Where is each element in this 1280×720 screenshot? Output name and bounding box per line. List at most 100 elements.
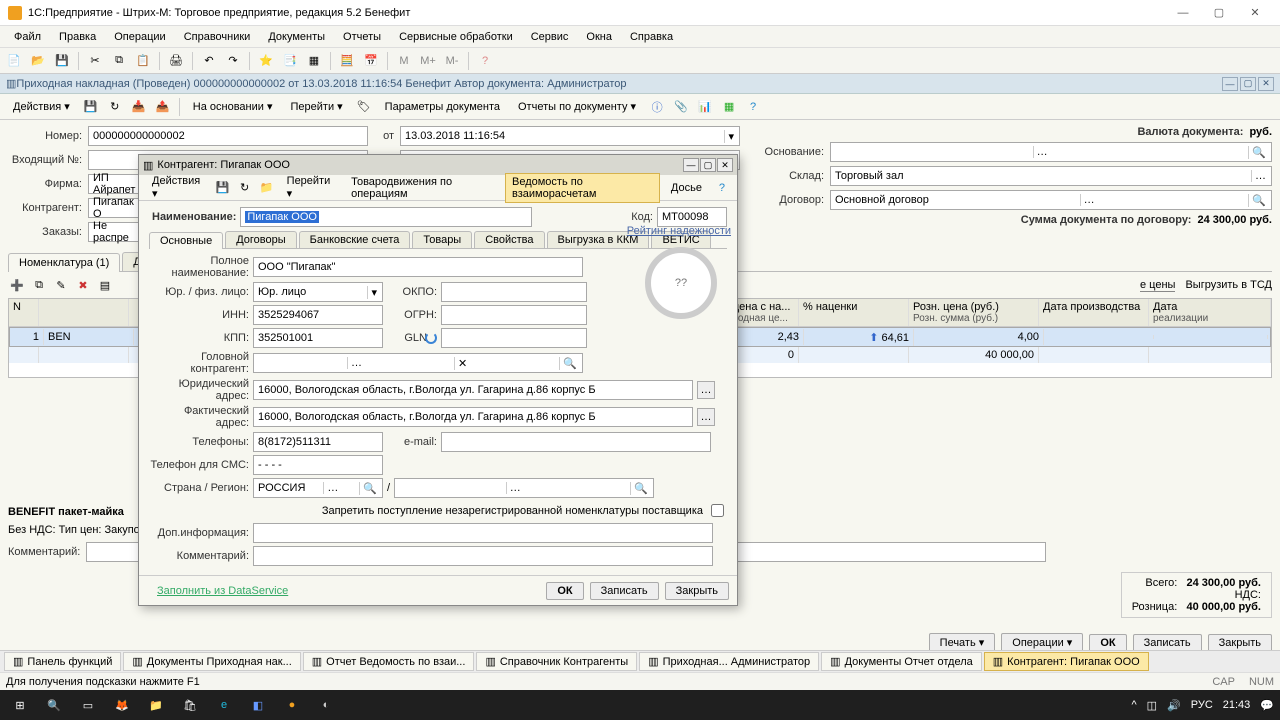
wtab-doc[interactable]: ▥ Приходная... Администратор: [639, 652, 819, 671]
menu-refs[interactable]: Справочники: [176, 29, 259, 45]
save-button[interactable]: Записать: [1133, 634, 1202, 652]
code-field[interactable]: [657, 207, 727, 227]
star-icon[interactable]: ⭐: [256, 51, 276, 71]
dialog-folder-icon[interactable]: 📁: [258, 178, 276, 198]
subtab-prices[interactable]: е цены: [1140, 279, 1175, 292]
date-field[interactable]: 13.03.2018 11:16:54▾: [400, 126, 740, 146]
minimize-button[interactable]: —: [1166, 3, 1200, 23]
redo-icon[interactable]: ↷: [223, 51, 243, 71]
close-doc-button[interactable]: Закрыть: [1208, 634, 1272, 652]
add-row-icon[interactable]: ➕: [8, 276, 26, 294]
region-field[interactable]: …🔍: [394, 478, 654, 498]
ptab-main[interactable]: Основные: [149, 232, 223, 249]
ptab-props[interactable]: Свойства: [474, 231, 544, 248]
edge-icon[interactable]: e: [210, 691, 238, 719]
col-retail[interactable]: Розн. цена (руб.)Розн. сумма (руб.): [909, 299, 1039, 326]
fullname-field[interactable]: [253, 257, 583, 277]
dialog-save-icon[interactable]: 💾: [214, 178, 232, 198]
tb-chart-icon[interactable]: 📊: [695, 97, 715, 117]
app1-icon[interactable]: ◧: [244, 691, 272, 719]
rating-label[interactable]: Рейтинг надежности: [627, 225, 731, 237]
delete-row-icon[interactable]: ✖: [74, 276, 92, 294]
open-icon[interactable]: 📂: [28, 51, 48, 71]
save-icon[interactable]: 💾: [52, 51, 72, 71]
head-field[interactable]: …✕🔍: [253, 353, 583, 373]
col-markup[interactable]: % наценки: [799, 299, 909, 326]
menu-docs[interactable]: Документы: [260, 29, 333, 45]
contract-field[interactable]: Основной договор…🔍: [830, 190, 1272, 210]
col-prod-date[interactable]: Дата производства: [1039, 299, 1149, 326]
copy-row-icon[interactable]: ⧉: [30, 276, 48, 294]
print-icon[interactable]: 🖨: [166, 51, 186, 71]
tray-net-icon[interactable]: ◫: [1147, 699, 1157, 712]
calc-icon[interactable]: 🧮: [337, 51, 357, 71]
tb-save-icon[interactable]: 💾: [81, 97, 101, 117]
tb-unpost-icon[interactable]: 📤: [153, 97, 173, 117]
start-icon[interactable]: ⊞: [6, 691, 34, 719]
tray-lang[interactable]: РУС: [1191, 699, 1213, 711]
tray-notif-icon[interactable]: 💬: [1260, 699, 1274, 712]
ptab-contracts[interactable]: Договоры: [225, 231, 296, 248]
m-minus-icon[interactable]: M-: [442, 51, 462, 71]
dialog-min-button[interactable]: —: [683, 158, 699, 172]
tb-grid-icon[interactable]: ▦: [719, 97, 739, 117]
go-button[interactable]: Перейти ▾: [284, 97, 350, 116]
addr2-button[interactable]: …: [697, 408, 715, 426]
wtab-contragent[interactable]: ▥ Контрагент: Пигапак ООО: [984, 652, 1149, 671]
doc-close-button[interactable]: ✕: [1258, 77, 1274, 91]
forbid-checkbox[interactable]: [711, 504, 724, 517]
m-plus-icon[interactable]: M+: [418, 51, 438, 71]
dialog-close-button[interactable]: ✕: [717, 158, 733, 172]
firefox-icon[interactable]: 🦊: [108, 691, 136, 719]
menu-edit[interactable]: Правка: [51, 29, 104, 45]
copy-icon[interactable]: ⧉: [109, 51, 129, 71]
explorer-icon[interactable]: 📁: [142, 691, 170, 719]
wtab-ref[interactable]: ▥ Справочник Контрагенты: [476, 652, 637, 671]
col-realization[interactable]: Датареализации: [1149, 299, 1271, 326]
menu-reports[interactable]: Отчеты: [335, 29, 389, 45]
m-icon[interactable]: M: [394, 51, 414, 71]
menu-service[interactable]: Сервис: [523, 29, 577, 45]
okpo-field[interactable]: [441, 282, 587, 302]
maximize-button[interactable]: ▢: [1202, 3, 1236, 23]
dialog-max-button[interactable]: ▢: [700, 158, 716, 172]
addr1-field[interactable]: [253, 380, 693, 400]
col-price[interactable]: цена с на...ходная це...: [729, 299, 799, 326]
phone-field[interactable]: [253, 432, 383, 452]
tb-attach-icon[interactable]: 📎: [671, 97, 691, 117]
tb-info-icon[interactable]: ⓘ: [647, 97, 667, 117]
ok-button[interactable]: ОК: [1089, 634, 1126, 652]
doc-icon[interactable]: 📑: [280, 51, 300, 71]
wtab-report2[interactable]: ▥ Документы Отчет отдела: [821, 652, 982, 671]
params-button[interactable]: Параметры документа: [378, 98, 507, 116]
cut-icon[interactable]: ✂: [85, 51, 105, 71]
sms-field[interactable]: [253, 455, 383, 475]
doc-minimize-button[interactable]: —: [1222, 77, 1238, 91]
subtab-upload[interactable]: Выгрузить в ТСД: [1185, 279, 1272, 292]
wtab-docs[interactable]: ▥ Документы Приходная нак...: [123, 652, 300, 671]
paste-icon[interactable]: 📋: [133, 51, 153, 71]
basis-field[interactable]: …🔍: [830, 142, 1272, 162]
dialog-save-button[interactable]: Записать: [590, 582, 659, 600]
type-field[interactable]: Юр. лицо▾: [253, 282, 383, 302]
name-field[interactable]: Пигапак ООО: [240, 207, 532, 227]
sort-icon[interactable]: ▤: [96, 276, 114, 294]
menu-file[interactable]: Файл: [6, 29, 49, 45]
help-icon[interactable]: ?: [475, 51, 495, 71]
tb-help-icon[interactable]: ?: [743, 97, 763, 117]
inn-field[interactable]: [253, 305, 383, 325]
ptab-bank[interactable]: Банковские счета: [299, 231, 411, 248]
dialog-dossier-button[interactable]: Досье: [664, 179, 709, 197]
dialog-actions-button[interactable]: Действия ▾: [145, 172, 210, 203]
col-code[interactable]: [39, 299, 129, 326]
menu-ops[interactable]: Операции: [106, 29, 173, 45]
search-icon[interactable]: 🔍: [40, 691, 68, 719]
email-field[interactable]: [441, 432, 711, 452]
dialog-tov-button[interactable]: Товародвижения по операциям: [344, 173, 501, 203]
tray-time[interactable]: 21:43: [1223, 699, 1251, 711]
col-n[interactable]: N: [9, 299, 39, 326]
menu-service-proc[interactable]: Сервисные обработки: [391, 29, 521, 45]
dialog-go-button[interactable]: Перейти ▾: [280, 172, 340, 203]
extra-field[interactable]: [253, 523, 713, 543]
dialog-close-button2[interactable]: Закрыть: [665, 582, 729, 600]
